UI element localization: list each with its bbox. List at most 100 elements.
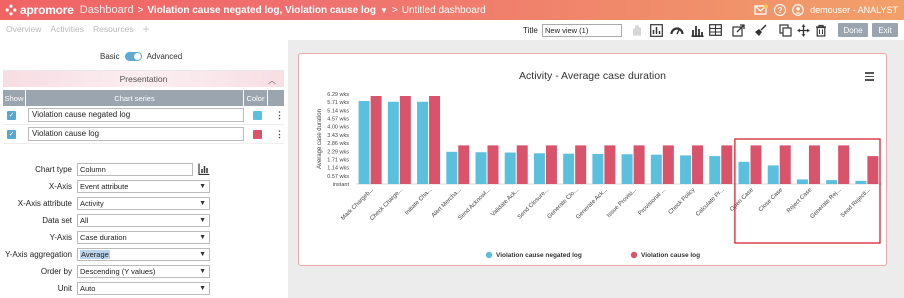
y-tick-label: 4.57 wks [327, 117, 349, 123]
table-icon[interactable] [708, 23, 722, 37]
column-chart: instant 0.57 wks 1.14 wks 1.71 wks 2.29 wks 2… [317, 92, 882, 259]
unit-value: Auto [80, 284, 96, 293]
presentation-title: Presentation [119, 74, 168, 84]
y-axis-select[interactable]: Case duration ▼ [77, 231, 210, 244]
series-name-field[interactable]: Violation cause negated log [28, 108, 244, 122]
trash-icon[interactable] [814, 23, 828, 37]
bar [429, 96, 441, 184]
bar [604, 145, 616, 184]
histogram-icon[interactable] [690, 23, 704, 37]
x-tick-label: Provisional ... [638, 187, 668, 217]
bar [709, 156, 721, 184]
bar [750, 145, 762, 184]
series-name-field[interactable]: Violation cause log [28, 127, 244, 141]
bar [767, 165, 779, 184]
legend-marker [485, 251, 493, 259]
more-options-icon[interactable]: ⋮ [275, 129, 284, 140]
breadcrumb-separator: > [137, 4, 144, 16]
breadcrumb-app[interactable]: Dashboard [80, 4, 134, 16]
bar [417, 101, 429, 184]
tab-activities[interactable]: Activities [50, 24, 84, 34]
show-checkbox[interactable]: ✓ [7, 110, 16, 120]
bar [721, 145, 733, 184]
settings-panel: Basic Advanced Presentation ︿ Show Chart… [0, 40, 284, 298]
bar [808, 145, 820, 184]
mode-switch[interactable] [124, 52, 142, 61]
series-color-swatch[interactable] [253, 110, 262, 120]
bar [504, 152, 516, 184]
bar-chart-icon[interactable] [198, 163, 210, 175]
x-axis-label: X-Axis [48, 182, 72, 191]
app-header: apromore Dashboard > Violation cause neg… [0, 0, 904, 20]
chart-widget[interactable]: Activity - Average case duration instant… [298, 53, 887, 266]
bar [680, 155, 692, 184]
bar [692, 145, 704, 184]
bar [650, 154, 662, 184]
chevron-down-icon[interactable]: ▼ [380, 6, 388, 15]
series-color-swatch[interactable] [253, 129, 262, 139]
bar-chart-icon[interactable] [649, 23, 663, 37]
dropdown-arrow-icon: ▼ [199, 200, 206, 207]
x-axis-select[interactable]: Event attribute ▼ [77, 180, 210, 193]
bar [779, 145, 791, 184]
bar [516, 145, 528, 184]
bar [458, 145, 470, 184]
user-name[interactable]: demouser - ANALYST [810, 5, 898, 15]
bar [855, 180, 867, 184]
export-icon[interactable] [732, 23, 746, 37]
mail-icon[interactable] [754, 4, 769, 16]
user-icon[interactable] [792, 4, 805, 16]
x-tick-label: Check Charge... [369, 187, 404, 222]
broom-icon[interactable] [753, 23, 767, 37]
bar [867, 156, 879, 184]
move-icon[interactable] [796, 23, 810, 37]
y-tick-label: 3.43 wks [327, 133, 349, 139]
x-axis-attribute-row: X-Axis attribute Activity ▼ [0, 197, 284, 211]
breadcrumb: Dashboard > Violation cause negated log,… [80, 4, 486, 16]
tab-overview[interactable]: Overview [6, 24, 41, 34]
breadcrumb-logs[interactable]: Violation cause negated log, Violation c… [147, 5, 376, 16]
y-axis-label: Y-Axis [49, 233, 72, 242]
bar [387, 101, 399, 184]
col-chart-series: Chart series [26, 90, 244, 106]
unit-select[interactable]: Auto ▼ [77, 282, 210, 295]
show-checkbox[interactable]: ✓ [7, 129, 16, 139]
y-axis-title: Average case duration [317, 109, 323, 169]
unit-label: Unit [57, 284, 72, 293]
col-show: Show [3, 90, 26, 106]
title-input[interactable]: New view (1) [542, 24, 622, 37]
done-button[interactable]: Done [838, 23, 868, 37]
presentation-section-header[interactable]: Presentation ︿ [3, 70, 284, 87]
exit-button[interactable]: Exit [872, 23, 898, 37]
help-icon[interactable]: ? [774, 4, 787, 16]
legend-marker [630, 251, 638, 259]
x-tick-label: Open Case [729, 187, 755, 213]
x-tick-label: Generate Clo... [547, 187, 580, 220]
apromore-logo[interactable]: apromore [5, 3, 74, 17]
breadcrumb-dashboard[interactable]: Untitled dashboard [402, 5, 486, 16]
order-by-select[interactable]: Descending (Y values) ▼ [77, 265, 210, 278]
chart-type-field[interactable]: Column [77, 163, 193, 176]
bar [796, 179, 808, 184]
dropdown-arrow-icon: ▼ [199, 285, 206, 292]
y-tick-label: 0.57 wks [327, 174, 349, 180]
x-axis-attribute-select[interactable]: Activity ▼ [77, 197, 210, 210]
more-options-icon[interactable]: ⋮ [275, 110, 284, 121]
data-set-select[interactable]: All ▼ [77, 214, 210, 227]
mode-toggle: Basic Advanced [100, 52, 182, 61]
x-axis-row: X-Axis Event attribute ▼ [0, 180, 284, 194]
tab-resources[interactable]: Resources [93, 24, 134, 34]
x-axis-attribute-value: Activity [80, 199, 104, 208]
bar [475, 152, 487, 184]
dropdown-arrow-icon: ▼ [199, 217, 206, 224]
title-label: Title [523, 26, 538, 35]
add-tab-button[interactable]: + [143, 23, 150, 35]
palm-icon[interactable] [630, 23, 644, 37]
dropdown-arrow-icon: ▼ [199, 234, 206, 241]
chevron-up-icon[interactable]: ︿ [268, 75, 276, 86]
chart-type-row: Chart type Column [0, 163, 284, 177]
copy-icon[interactable] [778, 23, 792, 37]
y-tick-label: 4.00 wks [327, 125, 349, 131]
gauge-icon[interactable] [670, 23, 684, 37]
y-axis-aggregation-select[interactable]: Average ▼ [77, 248, 210, 261]
